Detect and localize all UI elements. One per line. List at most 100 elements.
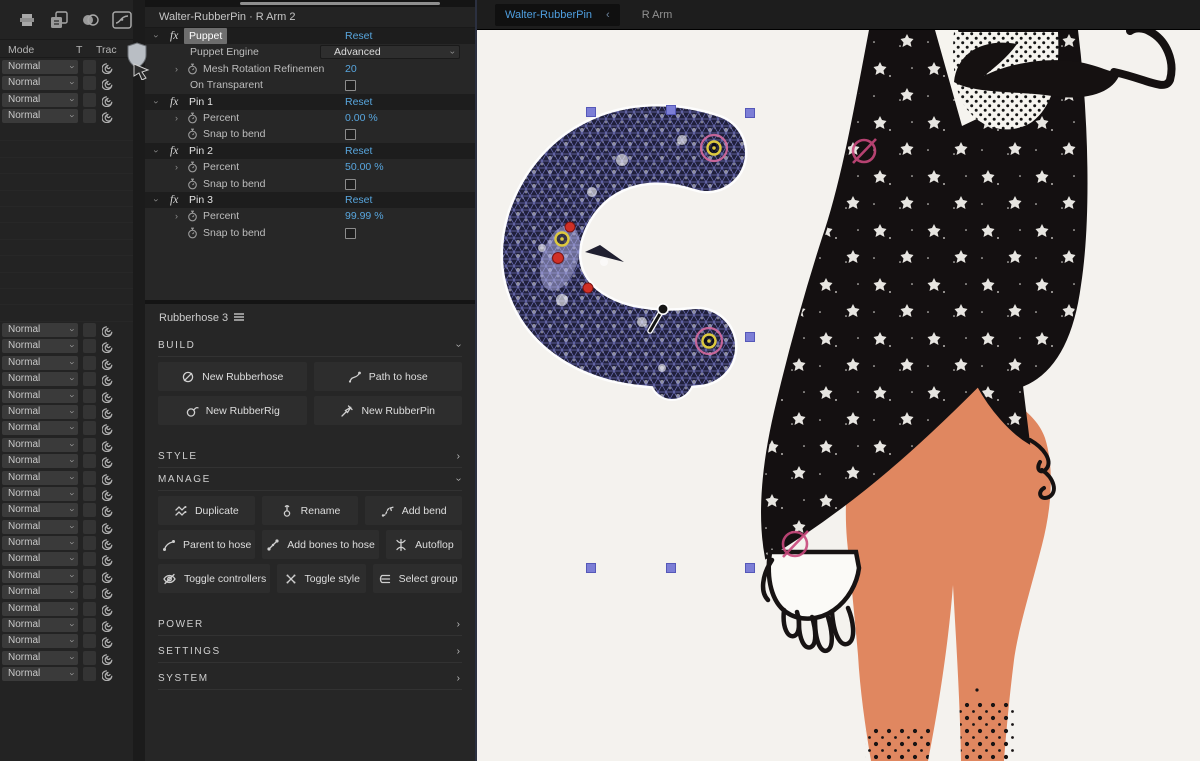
track-matte-cell[interactable] (83, 405, 96, 419)
track-matte-cell[interactable] (83, 323, 96, 337)
track-matte-cell[interactable] (83, 76, 96, 90)
pick-whip-icon[interactable] (102, 585, 115, 599)
track-matte-cell[interactable] (83, 487, 96, 501)
track-matte-cell[interactable] (83, 356, 96, 370)
selection-handle[interactable] (746, 333, 755, 342)
blend-mode-dropdown[interactable]: Normal› (2, 651, 78, 665)
new-rubberpin-button[interactable]: New RubberPin (314, 396, 463, 425)
pick-whip-icon[interactable] (102, 536, 115, 550)
in-out-icon[interactable] (80, 11, 100, 29)
pick-whip-icon[interactable] (102, 667, 115, 681)
pick-whip-icon[interactable] (102, 520, 115, 534)
pick-whip-icon[interactable] (102, 93, 115, 107)
twirl-down-icon[interactable]: › (148, 100, 164, 103)
reset-link[interactable]: Reset (345, 143, 372, 159)
checkbox[interactable] (345, 228, 356, 239)
panel-drag-bar[interactable] (240, 2, 440, 5)
toggle-controllers-button[interactable]: Toggle controllers (158, 564, 270, 593)
toggle-style-button[interactable]: Toggle style (277, 564, 366, 593)
selection-handle[interactable] (746, 109, 755, 118)
add-bones-to-hose-button[interactable]: Add bones to hose (262, 530, 379, 559)
blend-mode-dropdown[interactable]: Normal› (2, 421, 78, 435)
track-matte-cell[interactable] (83, 389, 96, 403)
track-matte-cell[interactable] (83, 438, 96, 452)
breadcrumb-comp-name[interactable]: R Arm (642, 9, 673, 21)
track-matte-cell[interactable] (83, 602, 96, 616)
checkbox[interactable] (345, 179, 356, 190)
pick-whip-icon[interactable] (102, 454, 115, 468)
blend-mode-dropdown[interactable]: Normal› (2, 60, 78, 74)
track-matte-cell[interactable] (83, 569, 96, 583)
parent-to-hose-button[interactable]: Parent to hose (158, 530, 255, 559)
duplicate-button[interactable]: Duplicate (158, 496, 255, 525)
twirl-down-icon[interactable]: › (148, 35, 164, 38)
reset-link[interactable]: Reset (345, 192, 372, 208)
property-value[interactable]: 0.00 % (345, 110, 378, 126)
pick-whip-icon[interactable] (102, 487, 115, 501)
track-matte-cell[interactable] (83, 520, 96, 534)
checkbox[interactable] (345, 129, 356, 140)
reset-link[interactable]: Reset (345, 28, 372, 44)
track-matte-cell[interactable] (83, 454, 96, 468)
stopwatch-icon[interactable] (187, 227, 198, 244)
blend-mode-dropdown[interactable]: Normal› (2, 438, 78, 452)
pick-whip-icon[interactable] (102, 339, 115, 353)
selection-handle[interactable] (667, 106, 676, 115)
track-matte-cell[interactable] (83, 109, 96, 123)
t-column-header[interactable]: T (76, 44, 82, 56)
blend-mode-dropdown[interactable]: Normal› (2, 569, 78, 583)
section-header-manage[interactable]: MANAGE› (158, 468, 462, 491)
section-header-power[interactable]: POWER› (158, 613, 462, 636)
rename-button[interactable]: Rename (262, 496, 359, 525)
add-bend-button[interactable]: Add bend (365, 496, 462, 525)
pick-whip-icon[interactable] (102, 438, 115, 452)
blend-stack-icon[interactable] (16, 10, 38, 30)
pick-whip-icon[interactable] (102, 356, 115, 370)
pick-whip-icon[interactable] (102, 405, 115, 419)
track-matte-cell[interactable] (83, 372, 96, 386)
frames-icon[interactable] (49, 10, 69, 30)
twirl-down-icon[interactable]: › (148, 199, 164, 202)
pick-whip-icon[interactable] (102, 421, 115, 435)
blend-mode-dropdown[interactable]: Normal› (2, 372, 78, 386)
pick-whip-icon[interactable] (102, 634, 115, 648)
blend-mode-dropdown[interactable]: Normal› (2, 585, 78, 599)
blend-mode-dropdown[interactable]: Normal› (2, 356, 78, 370)
effect-name[interactable]: Puppet (184, 28, 227, 44)
pick-whip-icon[interactable] (102, 323, 115, 337)
track-matte-cell[interactable] (83, 618, 96, 632)
section-header-system[interactable]: SYSTEM› (158, 667, 462, 690)
blend-mode-dropdown[interactable]: Normal› (2, 634, 78, 648)
reset-link[interactable]: Reset (345, 94, 372, 110)
blend-mode-dropdown[interactable]: Normal› (2, 503, 78, 517)
effect-name[interactable]: Pin 1 (189, 94, 213, 110)
expander-icon[interactable]: › (175, 208, 178, 224)
property-value[interactable]: 99.99 % (345, 208, 384, 224)
track-matte-column-header[interactable]: Trac (96, 44, 117, 56)
expander-icon[interactable]: › (175, 159, 178, 175)
mode-column-header[interactable]: Mode (8, 44, 34, 56)
pick-whip-icon[interactable] (102, 60, 115, 74)
pick-whip-icon[interactable] (102, 109, 115, 123)
new-rubberhose-button[interactable]: New Rubberhose (158, 362, 307, 391)
blend-mode-dropdown[interactable]: Normal› (2, 618, 78, 632)
section-header-build[interactable]: BUILD› (158, 334, 462, 357)
select-group-button[interactable]: Select group (373, 564, 462, 593)
back-chevron-icon[interactable]: ‹ (606, 9, 610, 21)
twirl-down-icon[interactable]: › (148, 149, 164, 152)
blend-mode-dropdown[interactable]: Normal› (2, 552, 78, 566)
graph-editor-icon[interactable] (111, 10, 133, 30)
blend-mode-dropdown[interactable]: Normal› (2, 405, 78, 419)
pick-whip-icon[interactable] (102, 389, 115, 403)
blend-mode-dropdown[interactable]: Normal› (2, 520, 78, 534)
track-matte-cell[interactable] (83, 585, 96, 599)
viewer-tab-active[interactable]: Walter-RubberPin ‹ (495, 4, 620, 26)
blend-mode-dropdown[interactable]: Normal› (2, 323, 78, 337)
pick-whip-icon[interactable] (102, 372, 115, 386)
track-matte-cell[interactable] (83, 667, 96, 681)
blend-mode-dropdown[interactable]: Normal› (2, 536, 78, 550)
blend-mode-dropdown[interactable]: Normal› (2, 339, 78, 353)
track-matte-cell[interactable] (83, 552, 96, 566)
pick-whip-icon[interactable] (102, 503, 115, 517)
hamburger-menu-icon[interactable] (233, 311, 245, 326)
